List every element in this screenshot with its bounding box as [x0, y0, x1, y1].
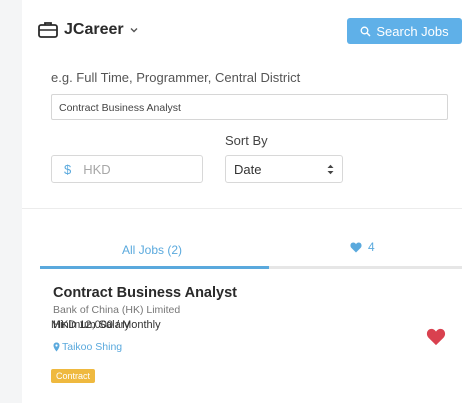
- sort-value: Date: [234, 161, 262, 177]
- search-hint: e.g. Full Time, Programmer, Central Dist…: [51, 70, 301, 85]
- salary-placeholder: HKD: [83, 161, 111, 177]
- job-salary: HKD 12,000 / Monthly: [53, 319, 161, 331]
- location-pin-icon: [53, 342, 60, 352]
- favorite-heart-icon[interactable]: [426, 328, 446, 346]
- briefcase-icon: [38, 22, 58, 38]
- search-jobs-button[interactable]: Search Jobs: [347, 18, 462, 44]
- search-jobs-label: Search Jobs: [376, 23, 449, 39]
- sort-by-label: Sort By: [225, 133, 268, 148]
- search-icon: [360, 26, 371, 36]
- sort-by-select[interactable]: Date: [225, 155, 343, 183]
- brand-switcher[interactable]: JCareer: [38, 21, 139, 39]
- tab-favorites[interactable]: 4: [350, 240, 375, 254]
- app-header: JCareer Search Jobs: [22, 0, 462, 62]
- brand-name: JCareer: [64, 21, 124, 38]
- job-location-label: Taikoo Shing: [62, 341, 123, 353]
- job-type-badge: Contract: [51, 369, 96, 383]
- chevron-down-icon: [130, 28, 138, 33]
- job-company: Bank of China (HK) Limited: [53, 304, 181, 316]
- main-card: JCareer Search Jobs e.g. Full Time, Prog…: [22, 0, 462, 403]
- heart-icon: [350, 242, 362, 252]
- favorites-count: 4: [368, 240, 375, 254]
- currency-symbol: $: [64, 161, 72, 177]
- tab-all-jobs[interactable]: All Jobs (2): [122, 243, 182, 257]
- keyword-input[interactable]: Contract Business Analyst: [51, 94, 448, 120]
- section-divider: [22, 208, 462, 209]
- tab-active-indicator: [40, 266, 269, 269]
- job-location: Taikoo Shing: [53, 341, 122, 353]
- min-salary-input[interactable]: $ HKD: [51, 155, 203, 183]
- job-title: Contract Business Analyst: [53, 285, 237, 301]
- select-arrows-icon: [327, 164, 334, 174]
